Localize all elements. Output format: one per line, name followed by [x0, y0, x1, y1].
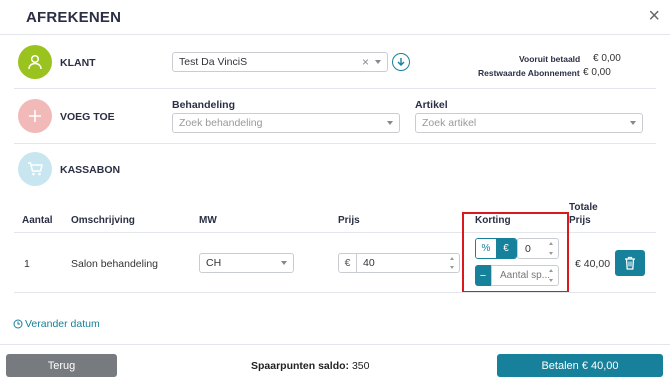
- verander-datum-link[interactable]: Verander datum: [13, 318, 100, 330]
- spaarpunten-placeholder: Aantal sp...: [500, 270, 551, 281]
- minus-button[interactable]: −: [475, 265, 491, 286]
- divider: [14, 88, 656, 89]
- behandeling-select[interactable]: Zoek behandeling: [172, 113, 400, 133]
- page-title: AFREKENEN: [26, 9, 122, 26]
- percent-toggle[interactable]: %: [476, 239, 496, 258]
- plus-icon[interactable]: [18, 99, 52, 133]
- chevron-down-icon: [387, 121, 393, 125]
- stepper-icon[interactable]: [448, 257, 456, 269]
- chevron-down-icon: [375, 60, 381, 64]
- klant-selected: Test Da VinciS: [179, 56, 248, 68]
- trash-icon[interactable]: [615, 250, 645, 276]
- artikel-placeholder: Zoek artikel: [422, 117, 477, 129]
- artikel-select[interactable]: Zoek artikel: [415, 113, 643, 133]
- stepper-icon[interactable]: [547, 269, 555, 282]
- chevron-down-icon: [281, 261, 287, 265]
- behandeling-placeholder: Zoek behandeling: [179, 117, 263, 129]
- user-icon: [18, 45, 52, 79]
- korting-input[interactable]: 0: [517, 238, 559, 259]
- klant-select[interactable]: Test Da VinciS ×: [172, 52, 388, 72]
- restwaarde-value: € 0,00: [583, 67, 611, 78]
- stepper-icon[interactable]: [547, 242, 555, 255]
- cart-icon: [18, 152, 52, 186]
- terug-button[interactable]: Terug: [6, 354, 117, 377]
- clock-icon: [13, 319, 23, 329]
- divider: [14, 143, 656, 144]
- prijs-value: 40: [363, 257, 375, 269]
- kassabon-label: KASSABON: [60, 164, 121, 176]
- spaarpunten-input[interactable]: Aantal sp...: [491, 265, 559, 286]
- spaarpunten-saldo-value: 350: [351, 360, 370, 372]
- col-omschrijving: Omschrijving: [71, 215, 135, 226]
- restwaarde-label: Restwaarde Abonnement: [478, 68, 580, 78]
- col-prijs-totaal: Prijs: [569, 215, 591, 226]
- euro-toggle[interactable]: €: [496, 239, 516, 258]
- vooruit-betaald-value: € 0,00: [593, 53, 621, 64]
- korting-type-toggle[interactable]: % €: [475, 238, 517, 259]
- divider: [0, 34, 670, 35]
- divider: [0, 344, 670, 345]
- chevron-down-icon: [630, 121, 636, 125]
- voeg-toe-label: VOEG TOE: [60, 111, 115, 123]
- vooruit-betaald-label: Vooruit betaald: [519, 54, 581, 64]
- row-omschrijving: Salon behandeling: [71, 258, 158, 270]
- artikel-label: Artikel: [415, 99, 448, 111]
- row-aantal: 1: [24, 258, 30, 270]
- row-totaal: € 40,00: [575, 258, 611, 270]
- betalen-button[interactable]: Betalen € 40,00: [497, 354, 663, 377]
- currency-addon: €: [339, 254, 357, 272]
- prijs-input[interactable]: € 40: [338, 253, 460, 273]
- close-icon[interactable]: ×: [648, 6, 660, 26]
- divider: [14, 292, 656, 293]
- mw-select[interactable]: CH: [199, 253, 294, 273]
- col-prijs: Prijs: [338, 215, 360, 226]
- col-mw: MW: [199, 215, 217, 226]
- behandeling-label: Behandeling: [172, 99, 236, 111]
- mw-value: CH: [206, 257, 222, 269]
- spaarpunten-saldo: Spaarpunten saldo: 350: [251, 360, 369, 372]
- klant-label: KLANT: [60, 57, 96, 69]
- col-totale: Totale: [569, 202, 598, 213]
- clear-icon[interactable]: ×: [362, 55, 369, 69]
- korting-value: 0: [525, 242, 531, 255]
- spaarpunten-saldo-label: Spaarpunten saldo:: [251, 360, 350, 372]
- download-icon[interactable]: [392, 53, 410, 71]
- col-aantal: Aantal: [22, 215, 53, 226]
- verander-datum-label: Verander datum: [25, 318, 100, 330]
